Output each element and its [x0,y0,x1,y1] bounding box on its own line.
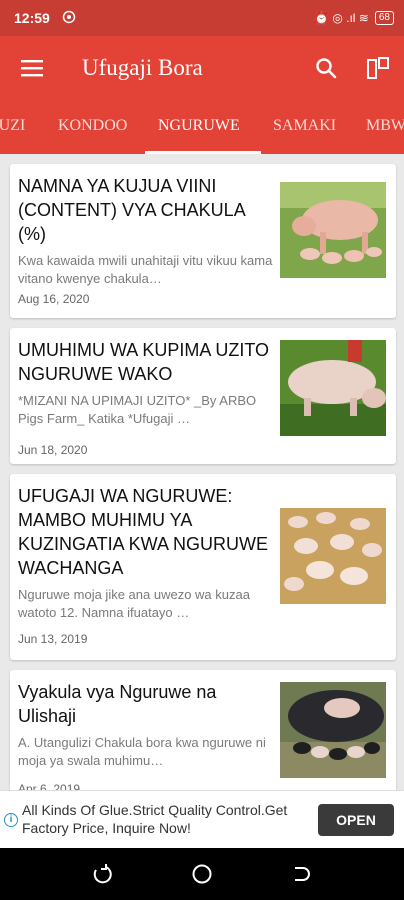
article-date: Aug 16, 2020 [18,292,90,306]
article-snippet: Nguruwe moja jike ana uwezo wa kuzaa wat… [18,587,250,620]
article-snippet: A. Utangulizi Chakula bora kwa nguruwe n… [18,735,266,768]
ad-info-icon[interactable]: i [4,813,18,827]
article-card[interactable]: NAMNA YA KUJUA VIINI (CONTENT) VYA CHAKU… [10,164,396,318]
recents-button[interactable] [88,860,116,888]
category-tabs: BUZI KONDOO NGURUWE SAMAKI MBW [0,100,404,154]
search-button[interactable] [300,36,352,100]
battery-icon: 68 [374,11,394,25]
home-button[interactable] [188,860,216,888]
back-button[interactable] [286,860,314,888]
layout-toggle-button[interactable] [352,36,404,100]
menu-button[interactable] [0,36,64,100]
article-date: Jun 18, 2020 [18,443,88,457]
ad-text: All Kinds Of Glue.Strict Quality Control… [22,802,288,836]
article-title: NAMNA YA KUJUA VIINI (CONTENT) VYA CHAKU… [18,176,245,244]
app-bar: Ufugaji Bora [0,36,404,100]
tab-mbw[interactable]: MBW [366,100,404,154]
status-icons: ⏰ ◎ .ıl ≋ [314,11,369,25]
recents-icon [93,864,112,884]
article-title: UMUHIMU WA KUPIMA UZITO NGURUWE WAKO [18,340,270,384]
article-title: UFUGAJI WA NGURUWE: MAMBO MUHIMU YA KUZI… [18,486,269,578]
article-card[interactable]: Vyakula vya Nguruwe na Ulishaji A. Utang… [10,670,396,790]
sow-nursing-image [280,682,386,778]
back-icon [295,867,310,881]
app-title: Ufugaji Bora [82,55,203,80]
article-card[interactable]: UFUGAJI WA NGURUWE: MAMBO MUHIMU YA KUZI… [10,474,396,660]
search-icon [316,58,337,79]
piglets-group-image [280,508,386,604]
system-nav-bar [0,848,404,900]
ad-banner[interactable]: i All Kinds Of Glue.Strict Quality Contr… [0,790,404,848]
article-snippet: Kwa kawaida mwili unahitaji vitu vikuu k… [18,253,273,286]
layout-icon [367,57,389,79]
status-time: 12:59 [14,10,50,26]
article-date: Jun 13, 2019 [18,632,88,646]
ad-open-button[interactable]: OPEN [318,804,394,836]
pig-grazing-image [280,340,386,436]
article-date: Apr 6, 2019 [18,782,81,790]
tab-nguruwe[interactable]: NGURUWE [158,100,240,154]
article-snippet: *MIZANI NA UPIMAJI UZITO* _By ARBO Pigs … [18,393,257,426]
pig-with-piglets-image [280,182,386,278]
app-notification-icon [62,10,76,27]
home-icon [192,864,212,884]
tab-kondoo[interactable]: KONDOO [58,100,127,154]
article-card[interactable]: UMUHIMU WA KUPIMA UZITO NGURUWE WAKO *MI… [10,328,396,464]
article-feed[interactable]: NAMNA YA KUJUA VIINI (CONTENT) VYA CHAKU… [0,154,404,790]
tab-samaki[interactable]: SAMAKI [273,100,336,154]
tab-buzi[interactable]: BUZI [0,100,25,154]
status-bar: 12:59 ⏰ ◎ .ıl ≋ 68 [0,0,404,36]
hamburger-icon [21,60,43,77]
article-title: Vyakula vya Nguruwe na Ulishaji [18,682,217,726]
